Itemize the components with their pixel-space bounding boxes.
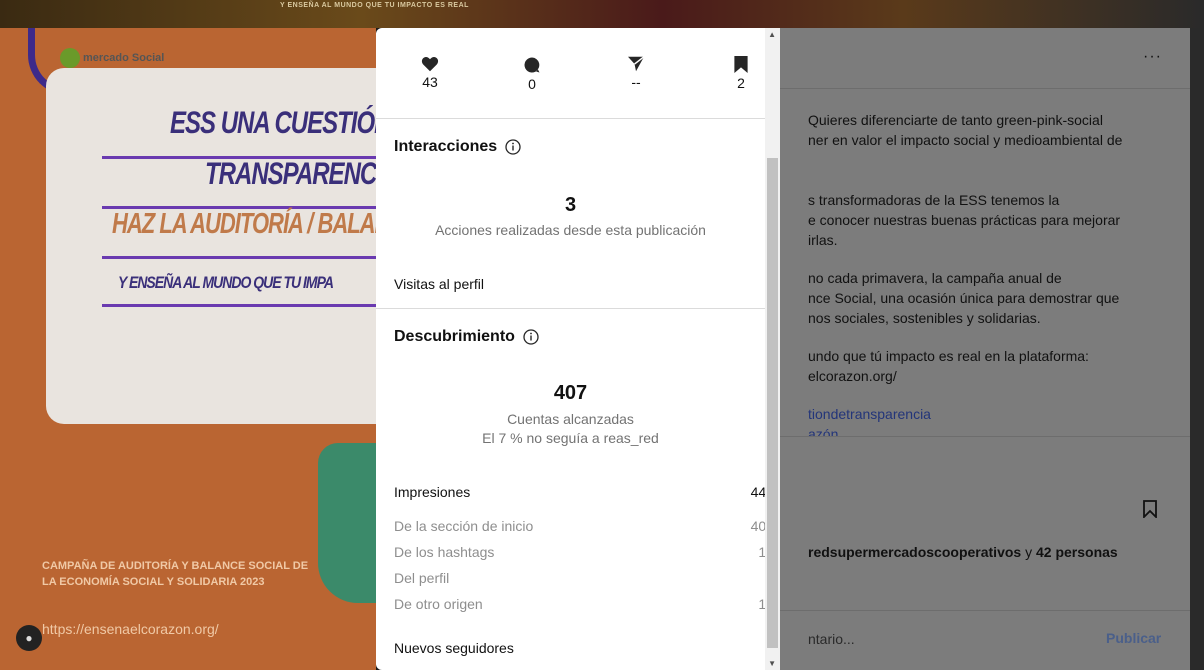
likes-connector: y [1021,544,1036,560]
poster-rule [102,304,376,307]
source-label: De los hashtags [394,544,495,560]
brand-mark-icon [60,48,80,68]
insights-panel: 43 0 -- 2 Interacciones 3 Acciones reali… [376,28,780,670]
sidebar-divider [780,436,1190,437]
source-label: De la sección de inicio [394,518,534,534]
more-options-icon[interactable]: ··· [1143,48,1162,66]
likes-others[interactable]: 42 personas [1036,544,1118,560]
caption-line: ner en valor el impacto social y medioam… [808,132,1123,148]
poster-line-3: HAZ LA AUDITORÍA / BALAN [112,207,376,240]
interactions-caption: Acciones realizadas desde esta publicaci… [435,222,706,238]
publish-button[interactable]: Publicar [1106,630,1161,646]
comments-count: 0 [528,76,536,92]
hashtag-link[interactable]: azón [808,424,838,436]
comment-icon [524,57,540,73]
saves-count: 2 [737,75,745,91]
bucket-illustration [318,443,376,603]
bookmark-icon[interactable] [1143,500,1157,518]
discovery-header: Descubrimiento [394,328,539,346]
engagement-stats: 43 0 -- 2 [376,38,765,119]
saves-stat: 2 [716,56,766,91]
caption-line: no cada primavera, la campaña anual de [808,270,1062,286]
comment-input[interactable]: ntario... [808,629,855,649]
shares-stat: -- [611,56,661,90]
brand-name: mercado Social [83,52,165,64]
shares-count: -- [631,74,641,90]
comments-stat: 0 [507,56,557,92]
caption-line: Quieres diferenciarte de tanto green-pin… [808,112,1103,128]
brand-logo: mercado Social [60,48,164,68]
banner-text: Y ENSEÑA AL MUNDO QUE TU IMPACTO ES REAL [280,2,469,9]
source-label: Del perfil [394,570,450,586]
poster-rule [102,256,376,259]
reach-count: 407 [553,382,588,404]
info-icon[interactable] [523,329,539,345]
non-followers-caption: El 7 % no seguía a reas_red [482,430,659,446]
scroll-up-icon[interactable]: ▲ [768,30,776,39]
interactions-count: 3 [564,194,577,216]
likes-stat: 43 [405,56,455,90]
post-image: mercado Social ESS UNA CUESTIÓN TRANSPAR… [0,28,376,670]
caption-line: irlas. [808,232,838,248]
reach-caption: Cuentas alcanzadas [507,411,634,427]
heart-icon [421,57,439,72]
user-avatar-icon[interactable]: ● [16,625,42,651]
scrollbar[interactable]: ▲ ▼ [765,28,780,670]
sidebar-divider [780,88,1190,89]
caption-line: elcorazon.org/ [808,368,897,384]
caption-line: s transformadoras de la ESS tenemos la [808,192,1060,208]
background-edge [1190,28,1204,670]
scrollbar-thumb[interactable] [767,158,778,648]
source-label: De otro origen [394,596,483,612]
caption-line: nos sociales, sostenibles y solidarias. [808,310,1041,326]
profile-visits-label: Visitas al perfil [394,276,485,292]
liked-by-user[interactable]: redsupermercadoscooperativos [808,544,1021,560]
post-url: https://ensenaelcorazon.org/ [42,621,219,637]
new-followers-label: Nuevos seguidores [394,640,514,656]
poster-line-1: ESS UNA CUESTIÓN [170,105,376,141]
poster-line-2: TRANSPARENCIA [205,156,376,192]
likes-count: 43 [422,74,438,90]
interactions-title: Interacciones [394,138,498,155]
section-divider [376,308,765,309]
scroll-down-icon[interactable]: ▼ [768,659,776,668]
hashtag-link[interactable]: tiondetransparencia [808,404,931,424]
interactions-header: Interacciones [394,138,521,156]
caption-line: undo que tú impacto es real en la plataf… [808,348,1089,364]
discovery-title: Descubrimiento [394,328,515,345]
caption-line: nce Social, una ocasión única para demos… [808,290,1120,306]
campaign-text: CAMPAÑA DE AUDITORÍA Y BALANCE SOCIAL DE… [42,560,309,588]
impressions-label: Impresiones [394,484,471,500]
likes-summary: redsupermercadoscooperativos y 42 person… [808,542,1118,562]
poster-line-4: Y ENSEÑA AL MUNDO QUE TU IMPA [118,272,334,292]
caption-line: e conocer nuestras buenas prácticas para… [808,212,1121,228]
send-icon [628,56,645,72]
background-top-strip: Y ENSEÑA AL MUNDO QUE TU IMPACTO ES REAL [0,0,1204,28]
info-icon[interactable] [505,139,521,155]
sidebar-divider [780,610,1190,611]
bookmark-icon [734,56,748,73]
